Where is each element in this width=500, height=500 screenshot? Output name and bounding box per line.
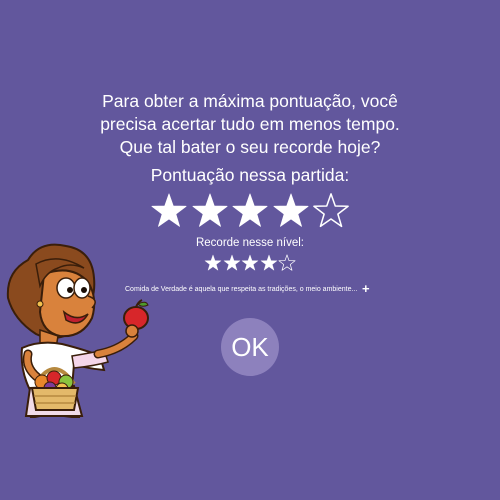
star-filled-icon bbox=[260, 254, 277, 271]
star-filled-icon bbox=[232, 193, 268, 227]
star-outline-icon bbox=[278, 254, 296, 271]
star-filled-icon bbox=[223, 254, 240, 271]
tip-expand-button[interactable]: + bbox=[362, 282, 370, 295]
star-filled-icon bbox=[151, 193, 187, 227]
score-label: Pontuação nessa partida: bbox=[150, 165, 350, 185]
record-label: Recorde nesse nível: bbox=[195, 237, 305, 249]
record-stars bbox=[204, 253, 296, 273]
star-filled-icon bbox=[204, 254, 222, 271]
ok-button[interactable]: OK bbox=[221, 318, 279, 376]
star-outline-icon bbox=[313, 193, 349, 228]
score-stars bbox=[150, 190, 350, 232]
star-filled-icon bbox=[273, 193, 308, 227]
star-filled-icon bbox=[192, 193, 227, 227]
intro-message: Para obter a máxima pontuação, você prec… bbox=[100, 91, 400, 157]
character-illustration bbox=[6, 243, 149, 418]
star-filled-icon bbox=[241, 254, 259, 271]
